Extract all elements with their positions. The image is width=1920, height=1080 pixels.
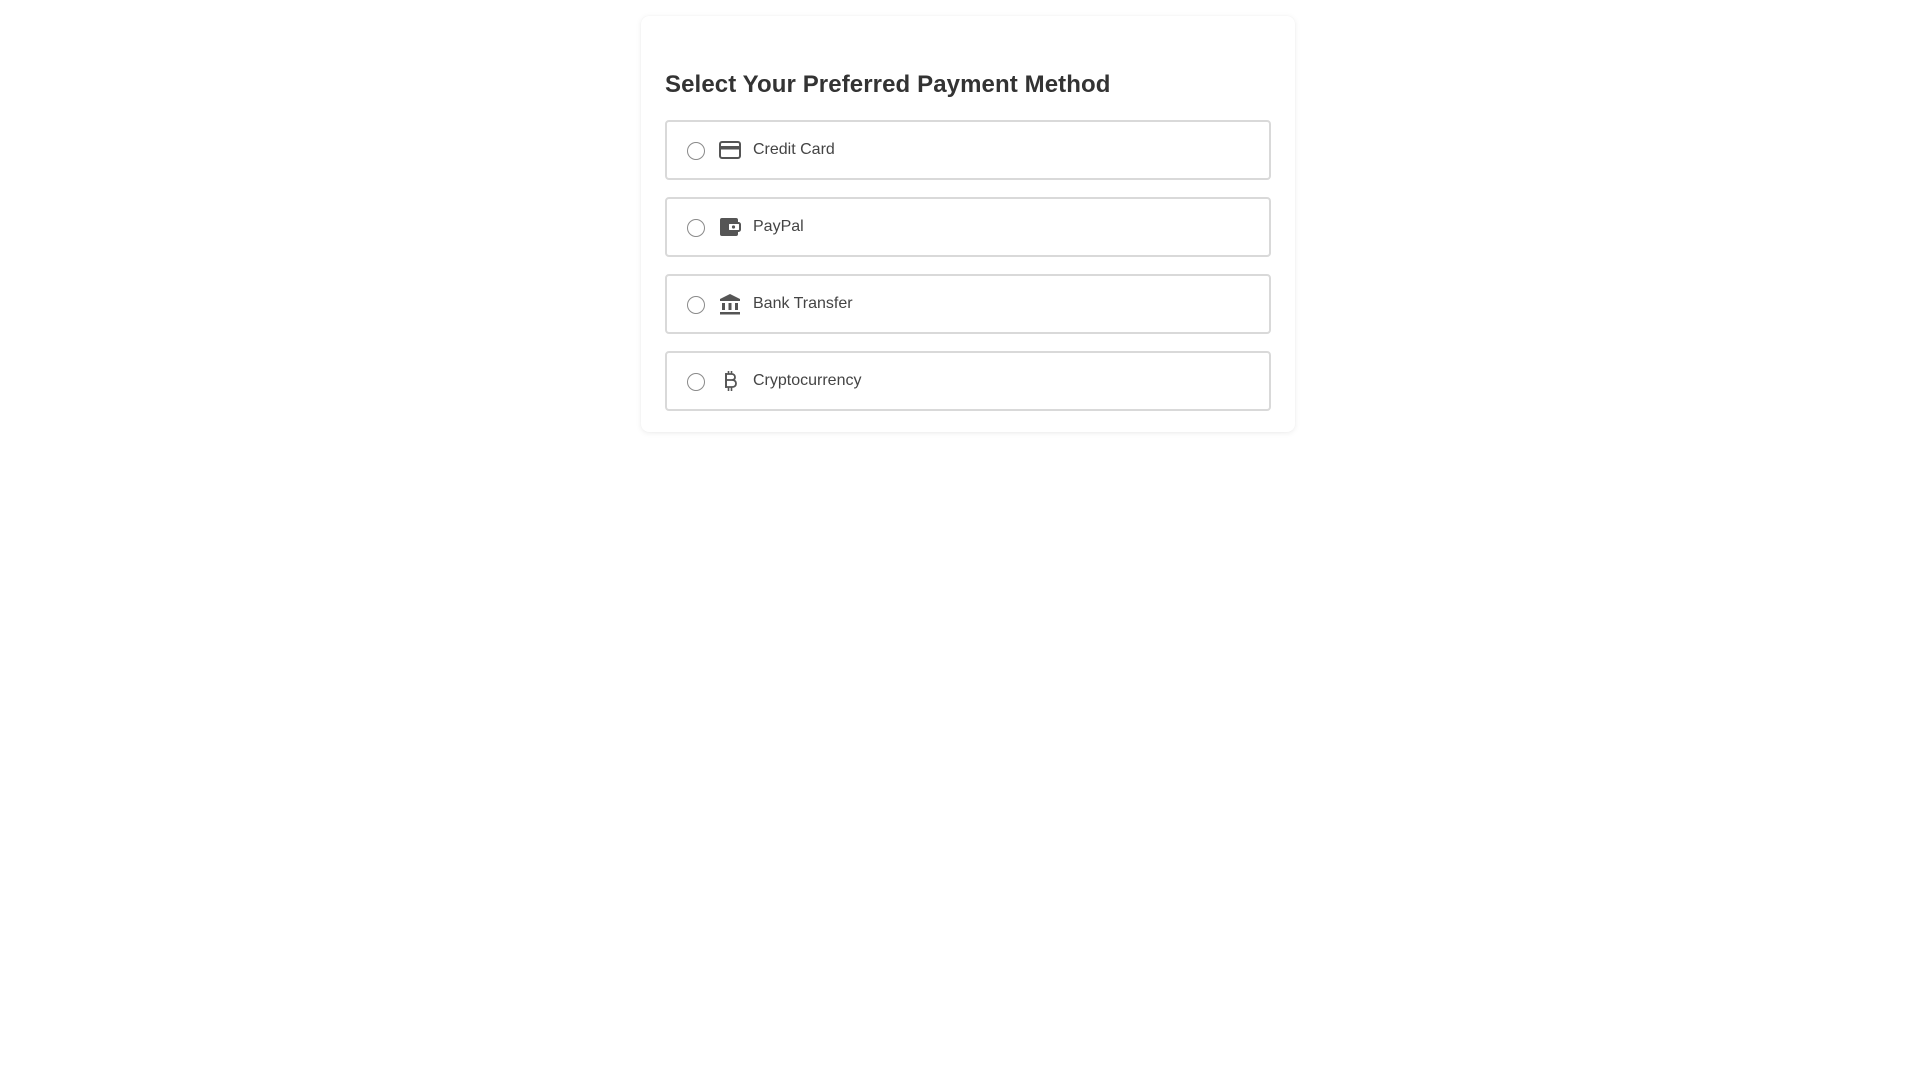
credit-card-radio[interactable] — [687, 142, 705, 160]
payment-option-credit-card[interactable]: Credit Card — [665, 120, 1271, 180]
payment-method-card: Select Your Preferred Payment Method Cre… — [641, 16, 1295, 432]
payment-option-bank-transfer[interactable]: Bank Transfer — [665, 274, 1271, 334]
option-label: PayPal — [753, 218, 804, 235]
payment-option-paypal[interactable]: PayPal — [665, 197, 1271, 257]
paypal-radio[interactable] — [687, 219, 705, 237]
bitcoin-icon — [719, 370, 741, 392]
payment-option-cryptocurrency[interactable]: Cryptocurrency — [665, 351, 1271, 411]
page-title: Select Your Preferred Payment Method — [665, 71, 1111, 98]
bank-transfer-radio[interactable] — [687, 296, 705, 314]
wallet-icon — [719, 216, 741, 238]
credit-card-icon — [719, 139, 741, 161]
bank-icon — [719, 293, 741, 315]
option-label: Cryptocurrency — [753, 372, 862, 389]
cryptocurrency-radio[interactable] — [687, 373, 705, 391]
option-label: Credit Card — [753, 141, 835, 158]
option-label: Bank Transfer — [753, 295, 853, 312]
payment-options-group: Credit Card PayPal Bank Transfer Cryptoc… — [665, 120, 1271, 411]
